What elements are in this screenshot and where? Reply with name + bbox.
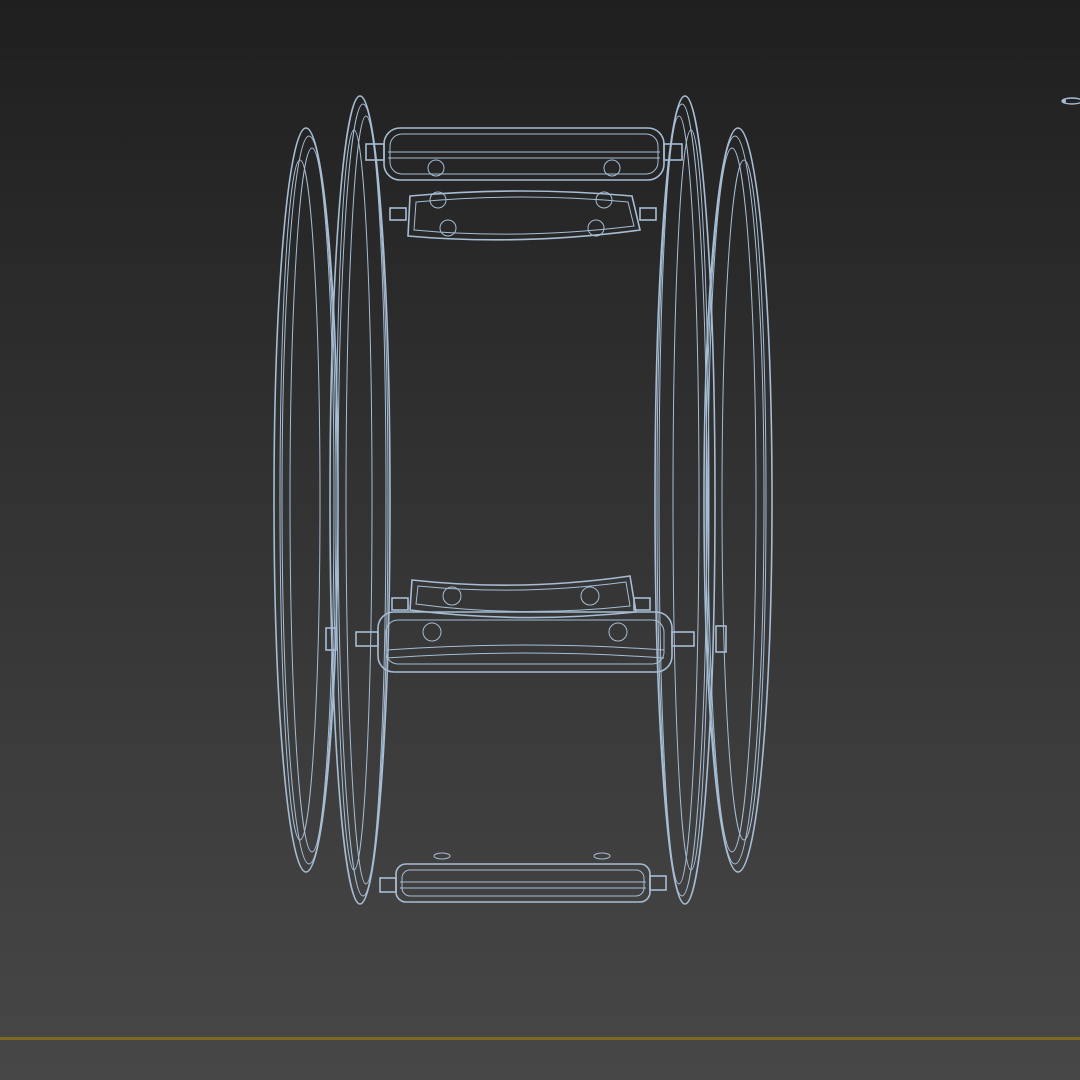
home-grid-line [0, 1037, 1080, 1040]
bottom-crossbar[interactable] [379, 852, 667, 903]
3d-viewport[interactable] [0, 0, 1080, 1080]
wireframe-model[interactable] [0, 0, 1080, 1080]
top-lower-crossbar[interactable] [389, 190, 657, 241]
top-upper-crossbar[interactable] [365, 127, 683, 181]
left-inner-wheel[interactable] [329, 95, 391, 905]
left-outer-wheel[interactable] [273, 127, 339, 873]
